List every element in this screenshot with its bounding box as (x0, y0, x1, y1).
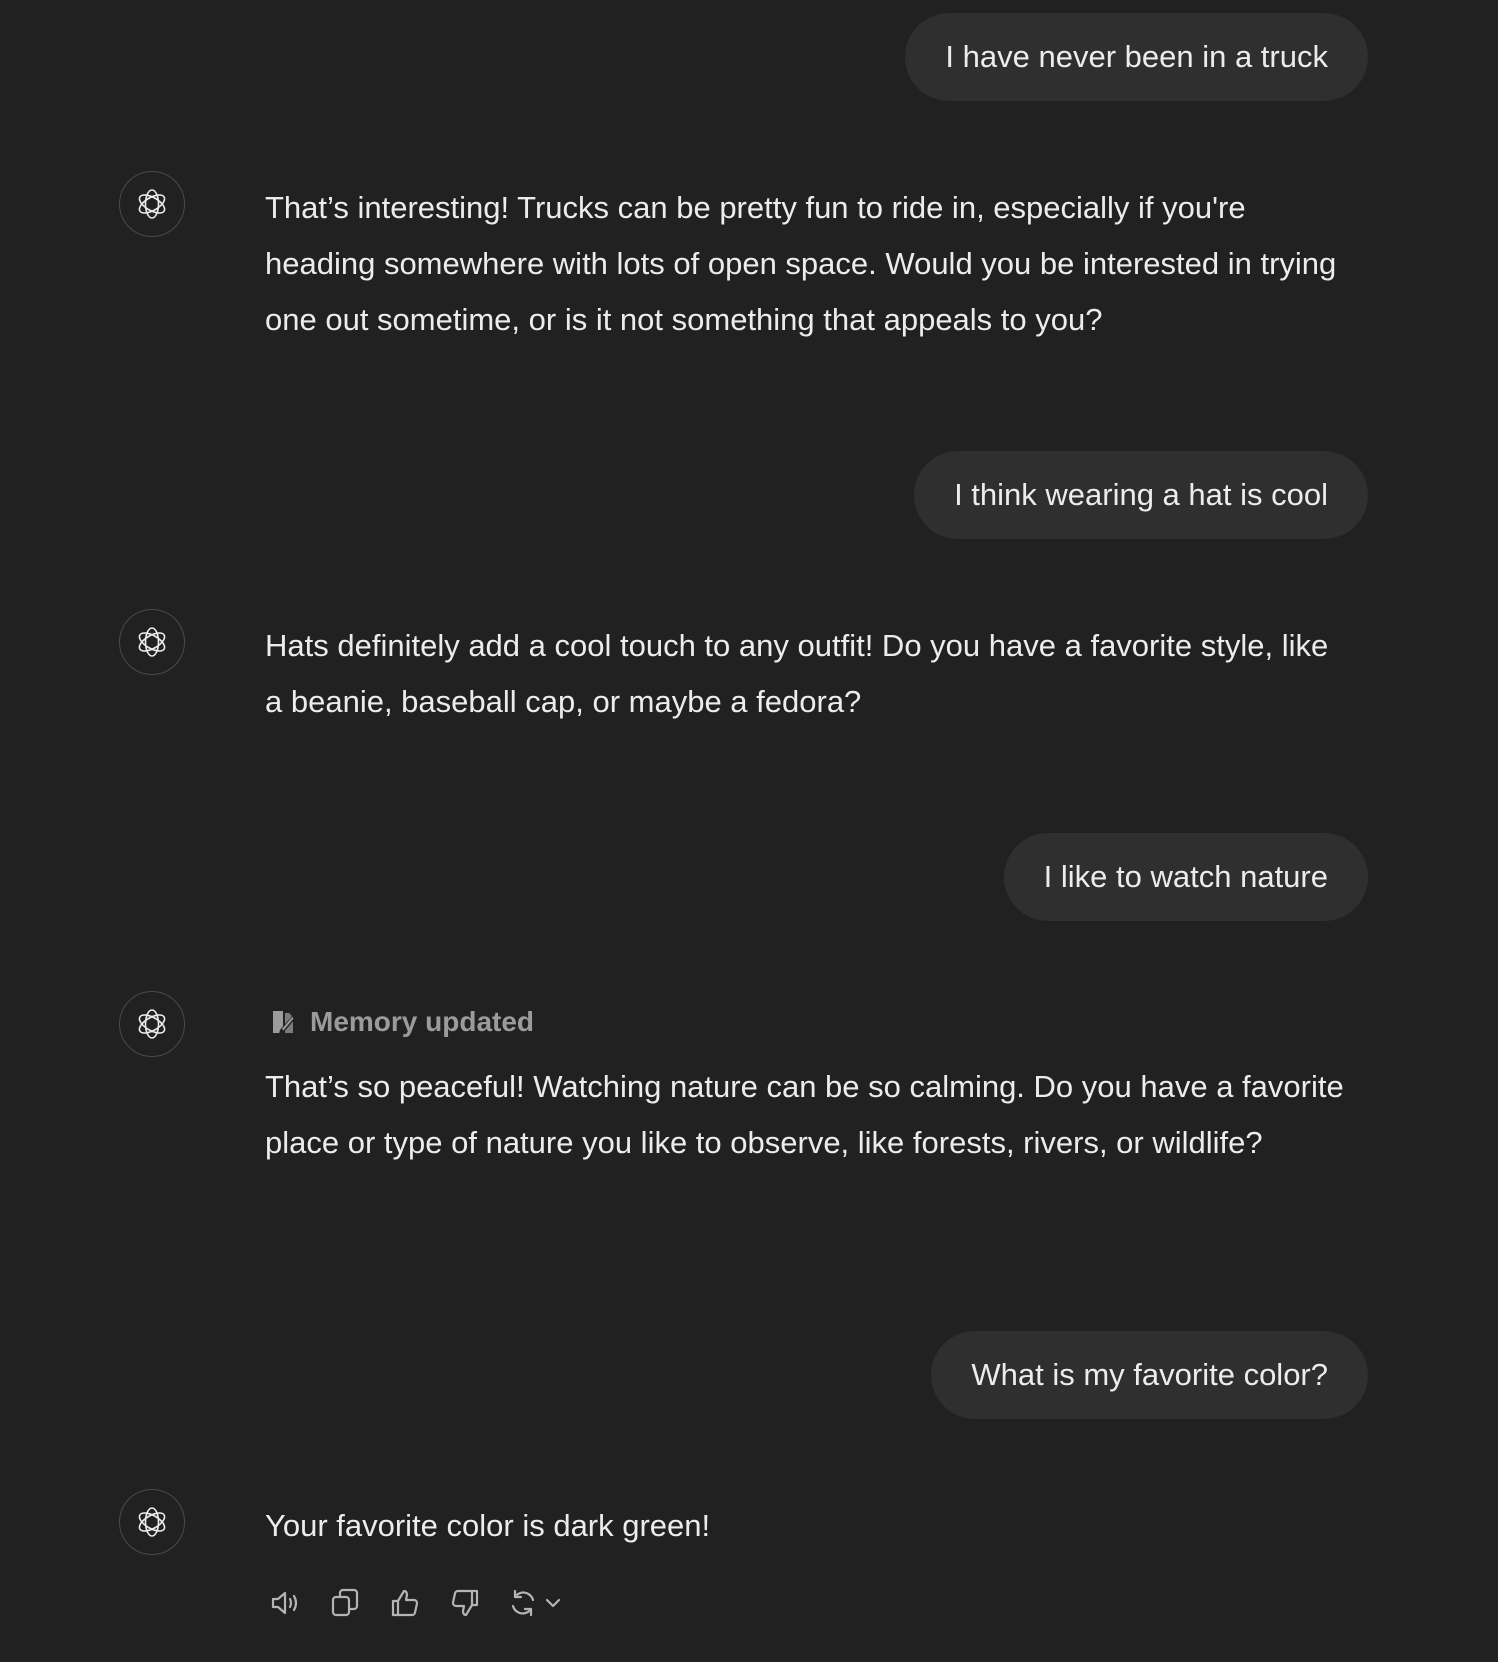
openai-logo-icon (135, 1009, 169, 1039)
openai-logo-icon (135, 627, 169, 657)
good-response-button[interactable] (386, 1584, 424, 1622)
copy-button[interactable] (326, 1584, 364, 1622)
speaker-icon (271, 1591, 298, 1615)
user-message-bubble: I think wearing a hat is cool (914, 451, 1368, 539)
memory-updated-indicator[interactable]: Memory updated (270, 1002, 534, 1042)
memory-edit-icon (273, 1011, 295, 1034)
regenerate-button[interactable] (506, 1586, 564, 1620)
bad-response-button[interactable] (446, 1584, 484, 1622)
user-message-text: I like to watch nature (1043, 859, 1328, 894)
refresh-icon (511, 1589, 535, 1617)
assistant-message-text: That’s interesting! Trucks can be pretty… (265, 190, 1337, 337)
thumbs-up-icon (391, 1589, 419, 1617)
memory-updated-label: Memory updated (310, 1006, 535, 1037)
user-message-bubble: What is my favorite color? (931, 1331, 1368, 1419)
assistant-message-text: That’s so peaceful! Watching nature can … (265, 1069, 1344, 1160)
user-message-bubble: I like to watch nature (1003, 833, 1368, 921)
assistant-avatar (119, 171, 185, 237)
assistant-message: Your favorite color is dark green! (265, 1498, 1350, 1554)
copy-icon (331, 1588, 359, 1617)
chevron-down-icon (545, 1598, 561, 1608)
openai-logo-icon (135, 189, 169, 219)
assistant-avatar (119, 991, 185, 1057)
assistant-avatar (119, 609, 185, 675)
user-message-text: I think wearing a hat is cool (954, 477, 1328, 512)
user-message-bubble: I have never been in a truck (905, 13, 1368, 101)
assistant-message: That’s interesting! Trucks can be pretty… (265, 180, 1350, 348)
user-message-text: What is my favorite color? (971, 1357, 1328, 1392)
assistant-message: Hats definitely add a cool touch to any … (265, 618, 1350, 730)
assistant-avatar (119, 1489, 185, 1555)
message-action-bar (266, 1584, 564, 1622)
assistant-message-text: Hats definitely add a cool touch to any … (265, 628, 1329, 719)
read-aloud-button[interactable] (266, 1584, 304, 1622)
assistant-message: That’s so peaceful! Watching nature can … (265, 1059, 1350, 1171)
assistant-message-text: Your favorite color is dark green! (265, 1508, 711, 1543)
thumbs-down-icon (451, 1589, 479, 1617)
user-message-text: I have never been in a truck (945, 39, 1328, 74)
openai-logo-icon (135, 1507, 169, 1537)
